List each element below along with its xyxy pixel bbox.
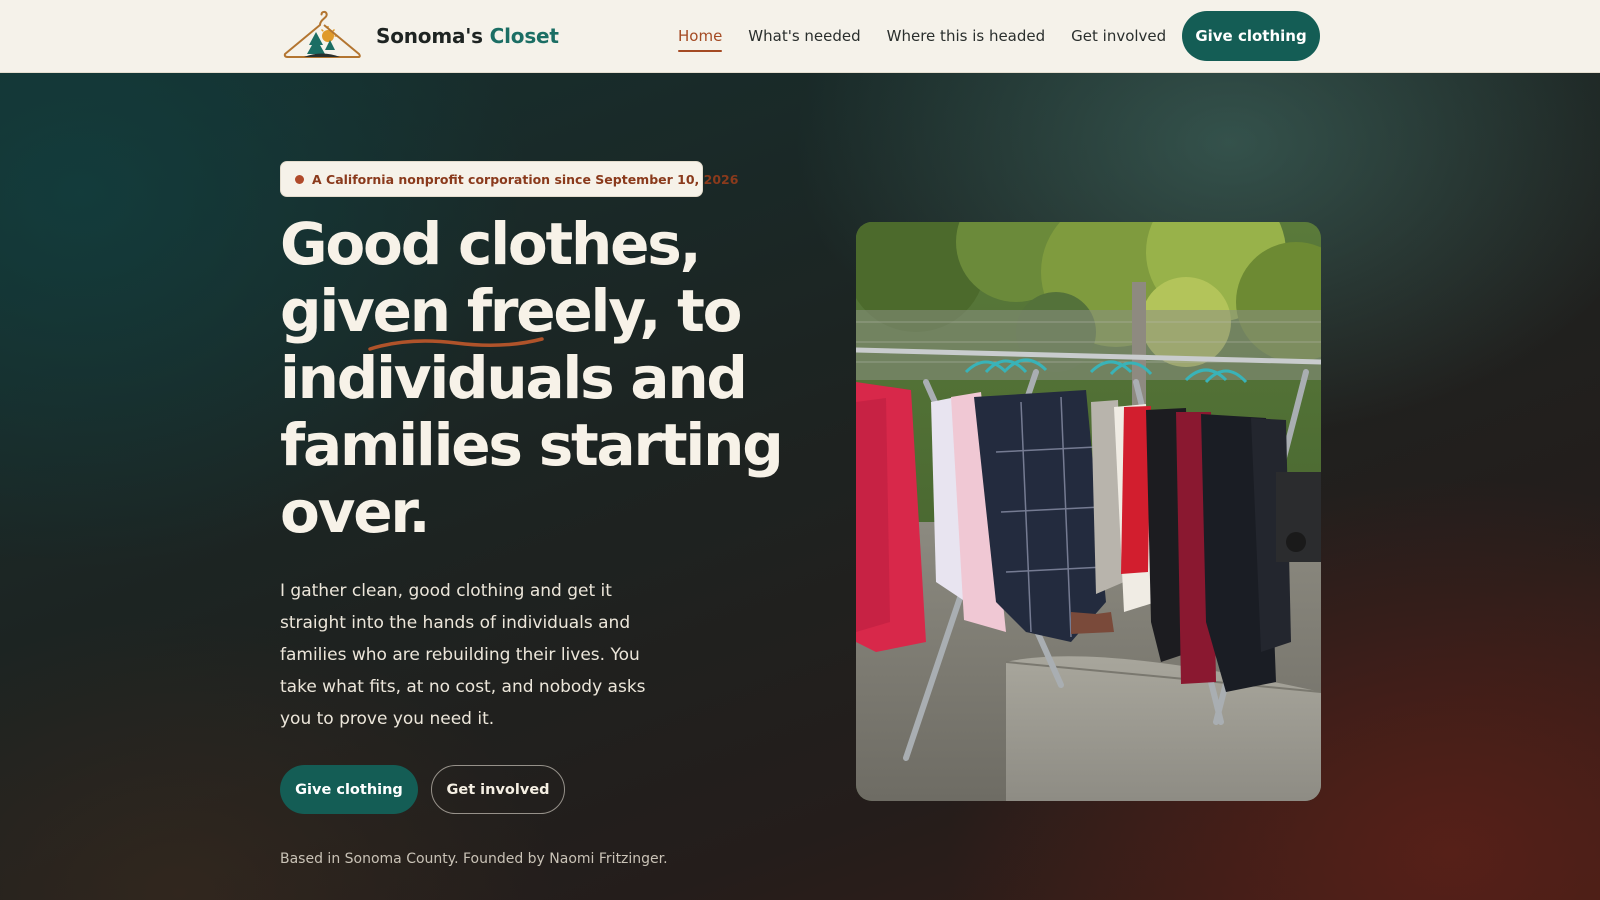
brand-name-main: Sonoma's bbox=[376, 24, 483, 48]
nav-get-involved[interactable]: Get involved bbox=[1071, 23, 1166, 49]
top-navigation-bar: Sonoma's Closet Home What's needed Where… bbox=[0, 0, 1600, 73]
hero-headline: Good clothes, given freely, to individua… bbox=[280, 211, 800, 546]
hanger-tree-sun-logo bbox=[283, 10, 361, 58]
get-involved-button[interactable]: Get involved bbox=[431, 765, 565, 814]
main-nav: Home What's needed Where this is headed … bbox=[678, 0, 1166, 72]
clothing-rack-photo bbox=[856, 222, 1321, 801]
nav-give-clothing-button[interactable]: Give clothing bbox=[1182, 11, 1320, 61]
hero-description: I gather clean, good clothing and get it… bbox=[280, 581, 646, 729]
badge-text: A California nonprofit corporation since… bbox=[312, 171, 739, 187]
give-clothing-button[interactable]: Give clothing bbox=[280, 765, 418, 814]
badge-dot-icon bbox=[295, 174, 304, 184]
freely-underline-swoosh bbox=[368, 337, 544, 351]
headline-line: families starting bbox=[280, 411, 784, 479]
hero-section: A California nonprofit corporation since… bbox=[0, 73, 1600, 900]
nav-home[interactable]: Home bbox=[678, 23, 723, 52]
headline-line: individuals and bbox=[280, 344, 748, 412]
founder-footnote: Based in Sonoma County. Founded by Naomi… bbox=[280, 851, 668, 867]
nav-whats-needed[interactable]: What's needed bbox=[748, 23, 860, 49]
brand-name-accent: Closet bbox=[489, 24, 559, 48]
headline-line: Good clothes, bbox=[280, 210, 702, 278]
headline-line: over. bbox=[280, 478, 431, 546]
nonprofit-badge: A California nonprofit corporation since… bbox=[280, 161, 738, 197]
brand-home-link[interactable]: Sonoma's Closet bbox=[282, 10, 559, 62]
nav-where-this-is-headed[interactable]: Where this is headed bbox=[887, 23, 1046, 49]
brand-name: Sonoma's Closet bbox=[376, 24, 559, 48]
